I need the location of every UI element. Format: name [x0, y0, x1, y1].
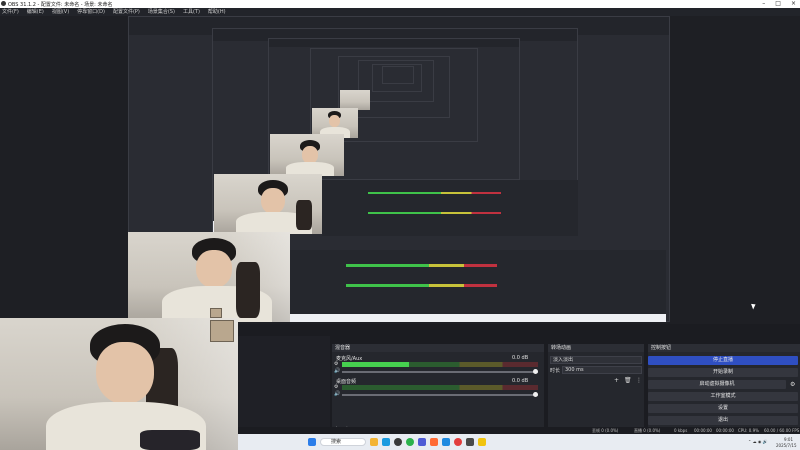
mixer-desktop-meter — [342, 385, 538, 390]
status-cpu: CPU: 0.9% — [738, 428, 759, 433]
nested-dock-2 — [322, 180, 578, 236]
app-icon-6[interactable] — [478, 438, 486, 446]
studio-mode-button[interactable]: 工作室模式 — [648, 392, 798, 401]
start-recording-button[interactable]: 开始录制 — [648, 368, 798, 377]
transition-menu-icon[interactable]: ⋮ — [636, 377, 642, 384]
title-bar: OBS 31.1.2 - 配置文件: 未命名 - 场景: 未命名 – □ × — [0, 0, 800, 8]
exit-button[interactable]: 退出 — [648, 416, 798, 425]
nested-capture-8 — [382, 66, 414, 84]
taskbar: 搜索 ⌃ ☁ ◉ 🔊 9:01 2025/7/15 — [238, 434, 800, 450]
obs-dock: 混音器 麦克风/Aux 0.0 dB ⚙ 🔊 桌面音频 0.0 dB ⚙ 🔊 ⚙… — [238, 324, 800, 436]
preview-canvas[interactable] — [0, 16, 800, 322]
file-explorer-icon[interactable] — [370, 438, 378, 446]
mixer-mic-db: 0.0 dB — [512, 355, 529, 361]
nested-dock-1 — [290, 250, 666, 322]
remove-transition-icon[interactable]: 🗑 — [624, 377, 632, 384]
mixer-desktop-label: 桌面音频 — [336, 379, 357, 385]
mixer-title: 混音器 — [332, 344, 544, 352]
start-virtual-camera-button[interactable]: 启动虚拟摄像机 — [648, 380, 786, 389]
mixer-desktop-mute-icon[interactable]: 🔊 — [334, 391, 340, 397]
mixer-desktop-gear-icon[interactable]: ⚙ — [334, 384, 338, 390]
status-rec-time: 00:00:00 — [716, 428, 734, 433]
controls-title: 控制按钮 — [648, 344, 800, 352]
app-icon-1[interactable] — [418, 438, 426, 446]
edge-browser-icon[interactable] — [382, 438, 390, 446]
menu-bar: 文件(F) 编辑(E) 视图(V) 停靠窗口(D) 配置文件(P) 场景集合(S… — [0, 8, 800, 16]
windows-start-icon[interactable] — [308, 438, 316, 446]
menu-profile[interactable]: 配置文件(P) — [113, 8, 140, 16]
menu-tools[interactable]: 工具(T) — [183, 8, 200, 16]
status-bitrate: 0 kbps — [674, 428, 688, 433]
tray-icons[interactable]: ⌃ ☁ ◉ 🔊 — [748, 439, 768, 444]
status-fps: 60.00 / 60.00 FPS — [764, 428, 800, 433]
app-icon-4[interactable] — [454, 438, 462, 446]
webcam-thumb-5 — [340, 90, 370, 110]
transition-select[interactable]: 淡入淡出 — [550, 356, 642, 364]
mixer-mic-meter — [342, 362, 538, 367]
controls-panel: 停止直播 开始录制 启动虚拟摄像机 ⚙ 工作室模式 设置 退出 — [648, 352, 800, 436]
mixer-desktop-volume-slider[interactable] — [342, 392, 538, 397]
taskbar-search[interactable]: 搜索 — [320, 438, 366, 446]
menu-help[interactable]: 帮助(H) — [208, 8, 226, 16]
clock-time: 9:01 — [784, 437, 793, 442]
webcam-thumb-1 — [128, 232, 290, 322]
webcam-thumb-2 — [214, 174, 322, 234]
webcam-source[interactable] — [0, 318, 238, 450]
transition-title: 转场动画 — [548, 344, 644, 352]
minimize-icon[interactable]: – — [762, 0, 765, 7]
mixer-mic-mute-icon[interactable]: 🔊 — [334, 368, 340, 374]
app-icon-3[interactable] — [442, 438, 450, 446]
obs-logo-icon — [1, 1, 6, 6]
window-title: OBS 31.1.2 - 配置文件: 未命名 - 场景: 未命名 — [8, 2, 113, 8]
app-icon-5[interactable] — [466, 438, 474, 446]
mixer-mic-volume-slider[interactable] — [342, 369, 538, 374]
menu-docks[interactable]: 停靠窗口(D) — [77, 8, 105, 16]
mixer-mic-volume-knob[interactable] — [533, 369, 538, 374]
clock-date: 2025/7/15 — [776, 443, 797, 448]
mixer-mic-meter-fill — [342, 362, 409, 367]
status-bar: 丢帧 0 (0.0%) 直播 0 (0.0%) 0 kbps 00:00:00 … — [238, 427, 800, 434]
add-transition-icon[interactable]: + — [614, 377, 619, 384]
chrome-icon[interactable] — [406, 438, 414, 446]
mixer-desktop-volume-knob[interactable] — [533, 392, 538, 397]
mixer-panel: 麦克风/Aux 0.0 dB ⚙ 🔊 桌面音频 0.0 dB ⚙ 🔊 ⚙ ⋮ — [332, 352, 544, 436]
settings-button[interactable]: 设置 — [648, 404, 798, 413]
transition-panel: 淡入淡出 时长 300 ms + 🗑 ⋮ — [548, 352, 644, 436]
status-time: 00:00:00 — [694, 428, 712, 433]
mixer-mic-label: 麦克风/Aux — [336, 356, 363, 362]
mixer-mic-gear-icon[interactable]: ⚙ — [334, 361, 338, 367]
virtual-camera-gear-icon[interactable]: ⚙ — [790, 381, 795, 388]
mixer-desktop-db: 0.0 dB — [512, 378, 529, 384]
menu-edit[interactable]: 编辑(E) — [27, 8, 44, 16]
maximize-icon[interactable]: □ — [775, 0, 781, 7]
menu-scene-collection[interactable]: 场景集合(S) — [148, 8, 175, 16]
duration-input[interactable]: 300 ms — [562, 366, 642, 374]
menu-file[interactable]: 文件(F) — [2, 8, 19, 16]
webcam-thumb-3 — [270, 134, 344, 176]
menu-view[interactable]: 视图(V) — [52, 8, 69, 16]
app-icon-2[interactable] — [430, 438, 438, 446]
duration-label: 时长 — [550, 368, 561, 374]
obs-taskbar-icon[interactable] — [394, 438, 402, 446]
sources-panel — [238, 336, 330, 436]
close-icon[interactable]: × — [791, 0, 796, 7]
stop-streaming-button[interactable]: 停止直播 — [648, 356, 798, 365]
